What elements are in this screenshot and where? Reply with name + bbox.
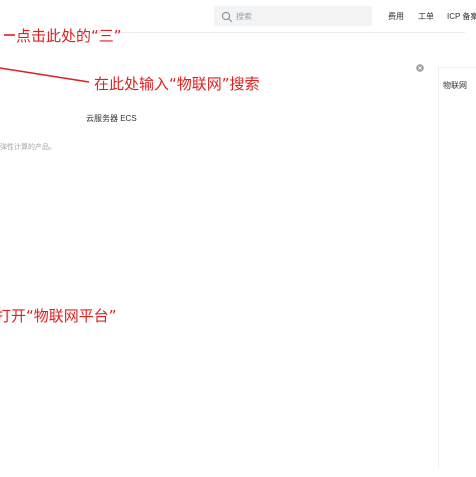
result-item-description: 弹性计算的产品。 [0, 144, 56, 151]
annotation-arrows [0, 34, 90, 83]
result-item-title[interactable]: 云服务器 ECS [86, 113, 137, 124]
side-panel: 物联网 [438, 67, 476, 468]
close-icon[interactable] [416, 59, 424, 72]
annotation-2-arrow [0, 67, 90, 83]
annotation-step-3: 打开“物联网平台” [0, 307, 117, 325]
side-panel-iot-item[interactable]: 物联网 [443, 80, 467, 91]
annotation-step-2: 在此处输入“物联网”搜索 [94, 75, 260, 93]
